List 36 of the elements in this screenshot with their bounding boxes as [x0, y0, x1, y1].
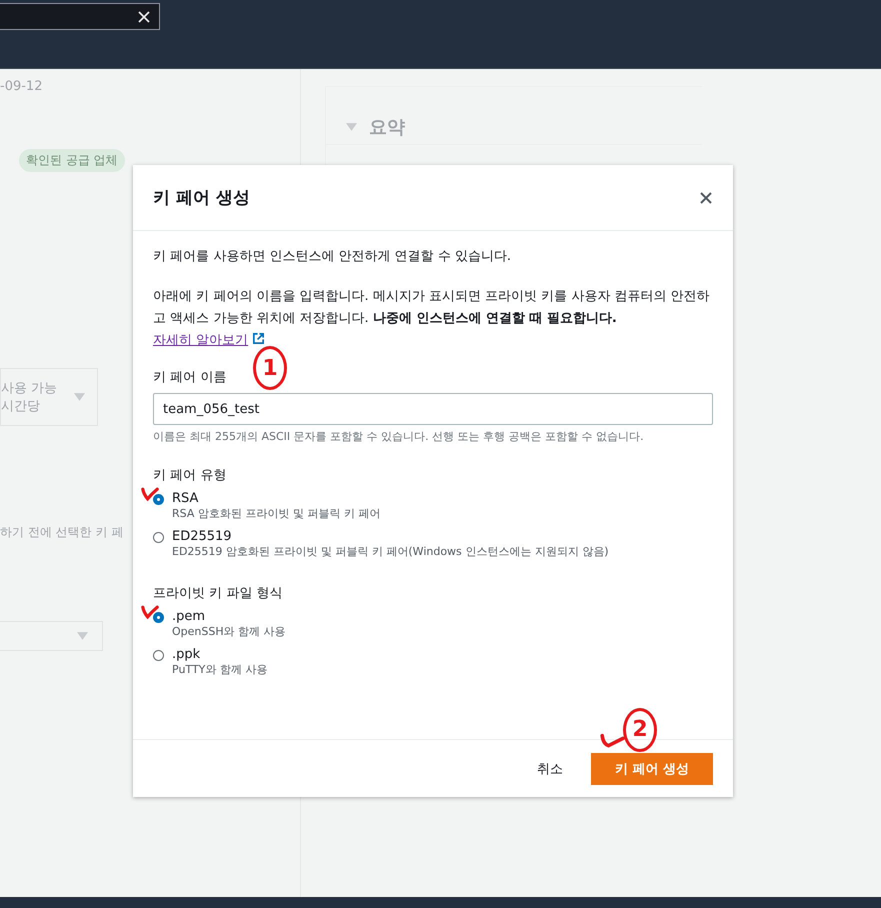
option-description: PuTTY와 함께 사용: [172, 662, 268, 677]
close-icon[interactable]: [699, 190, 713, 204]
panel-title: 요약: [369, 116, 405, 138]
dropdown-subtext: 시간당: [1, 398, 41, 415]
caret-icon: [77, 632, 88, 640]
option-description: OpenSSH와 함께 사용: [172, 624, 286, 639]
check-mark-icon: [599, 732, 627, 750]
option-label: RSA: [172, 491, 200, 506]
radio-button[interactable]: [153, 532, 164, 543]
caret-icon: [74, 393, 85, 401]
status-badge: 확인된 공급 업체: [19, 149, 125, 172]
check-mark-icon: [140, 604, 160, 620]
option-description: ED25519 암호화된 프라이빗 및 퍼블릭 키 페어(Windows 인스턴스에는 지원되지 않음): [172, 544, 609, 559]
radio-button[interactable]: [153, 612, 164, 623]
option-label: ED25519: [172, 529, 233, 544]
dropdown-value: 사용 가능: [1, 380, 58, 397]
radio-button[interactable]: [153, 650, 164, 661]
field-label: 키 페어 이름: [153, 369, 228, 386]
external-link-icon[interactable]: [252, 332, 266, 345]
description-text: 키 페어를 사용하면 인스턴스에 안전하게 연결할 수 있습니다.: [153, 248, 512, 266]
learn-more-link[interactable]: 자세히 알아보기: [153, 333, 266, 348]
option-label: .pem: [172, 609, 206, 624]
dialog-title: 키 페어 생성: [153, 187, 250, 209]
cancel-button[interactable]: 취소: [537, 756, 563, 782]
group-label: 프라이빗 키 파일 형식: [153, 585, 284, 602]
option-label: .ppk: [172, 647, 202, 662]
group-label: 키 페어 유형: [153, 467, 228, 484]
annotation-number: 1: [253, 346, 287, 390]
check-mark-icon: [140, 486, 160, 502]
helper-text: 하기 전에 선택한 키 페: [0, 524, 124, 541]
input-field[interactable]: team_056_test: [153, 393, 713, 425]
radio-button[interactable]: [153, 494, 164, 505]
search-field[interactable]: [0, 3, 160, 30]
date-text: -09-12: [0, 79, 42, 94]
option-description: RSA 암호화된 프라이빗 및 퍼블릭 키 페어: [172, 506, 380, 521]
hint-text: 이름은 최대 255개의 ASCII 문자를 포함할 수 있습니다. 선행 또는 후행 공백은 포함할 수 없습니다.: [153, 429, 645, 444]
